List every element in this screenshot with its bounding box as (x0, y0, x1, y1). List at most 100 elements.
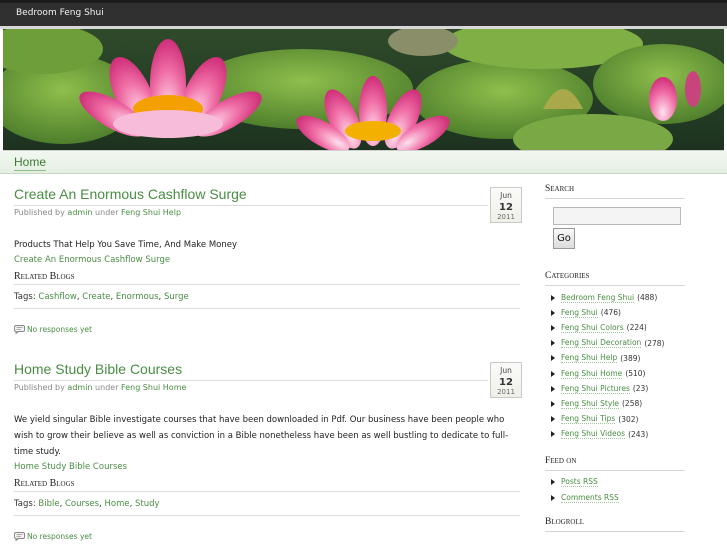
category-link[interactable]: Feng Shui Home (561, 369, 623, 379)
bullet-arrow-icon (551, 416, 555, 423)
date-day: 12 (499, 377, 513, 388)
responses-link[interactable]: No responses yet (14, 325, 520, 334)
bullet-arrow-icon (551, 370, 555, 377)
header-banner-image (3, 29, 724, 151)
category-item: Feng Shui Decoration (278) (551, 336, 695, 351)
tag-link[interactable]: Surge (164, 292, 189, 302)
category-link[interactable]: Feng Shui Pictures (561, 384, 630, 394)
category-item: Bedroom Feng Shui (488) (551, 290, 695, 305)
category-item: Feng Shui Home (510) (551, 366, 695, 381)
feed-link[interactable]: Comments RSS (561, 493, 619, 503)
category-item: Feng Shui Pictures (23) (551, 381, 695, 396)
bullet-arrow-icon (551, 294, 555, 301)
tags-label: Tags: (14, 499, 36, 509)
related-blogs-heading: Related Blogs (14, 478, 75, 489)
nav-home-link[interactable]: Home (14, 155, 46, 169)
category-item: Feng Shui Tips (302) (551, 412, 695, 427)
tag-link[interactable]: Create (82, 292, 110, 302)
category-item: Feng Shui Help (389) (551, 351, 695, 366)
category-link[interactable]: Feng Shui Style (561, 399, 619, 409)
tag-link[interactable]: Cashflow (38, 292, 76, 302)
category-count: (510) (625, 369, 646, 379)
category-count: (243) (628, 429, 649, 439)
category-count: (278) (644, 338, 665, 348)
category-link[interactable]: Bedroom Feng Shui (561, 293, 635, 303)
sidebar: Search Go Categories Bedroom Feng Shui (4… (545, 184, 695, 533)
post-title-divider (14, 205, 488, 206)
tag-link[interactable]: Bible (38, 499, 59, 509)
post-body-link[interactable]: Home Study Bible Courses (14, 460, 520, 474)
bullet-arrow-icon (551, 355, 555, 362)
category-count: (23) (632, 384, 649, 394)
tags-divider (14, 308, 520, 309)
category-link[interactable]: Feng Shui Videos (561, 429, 626, 440)
post-author-link[interactable]: admin (67, 383, 92, 392)
bullet-arrow-icon (551, 494, 555, 501)
post-date-box: Jun 12 2011 (490, 362, 522, 398)
category-item: Feng Shui Style (258) (551, 396, 695, 411)
bullet-arrow-icon (551, 309, 555, 316)
post-title-link[interactable]: Create An Enormous Cashflow Surge (14, 186, 520, 202)
date-day: 12 (499, 202, 513, 213)
category-item: Feng Shui Colors (224) (551, 320, 695, 335)
responses-link[interactable]: No responses yet (14, 532, 520, 541)
blogroll-heading: Blogroll (545, 517, 685, 533)
category-link[interactable]: Feng Shui Colors (561, 323, 624, 333)
category-link[interactable]: Feng Shui (561, 308, 598, 318)
comment-bubble-icon (14, 532, 25, 541)
post-meta: Published by admin under Feng Shui Home (14, 383, 520, 392)
category-link[interactable]: Feng Shui Help (561, 353, 618, 364)
post-author-link[interactable]: admin (67, 208, 92, 217)
comment-bubble-icon (14, 325, 25, 334)
tag-link[interactable]: Courses (65, 499, 99, 509)
feed-list: Posts RSS Comments RSS (551, 475, 695, 505)
meta-under: under (95, 383, 119, 392)
post-meta: Published by admin under Feng Shui Help (14, 208, 520, 217)
category-count: (488) (637, 293, 658, 303)
search-go-button[interactable]: Go (553, 228, 575, 249)
post-tags: Tags: Bible, Courses, Home, Study (14, 499, 160, 509)
tags-label: Tags: (14, 292, 36, 302)
related-blogs-heading: Related Blogs (14, 271, 75, 282)
tag-link[interactable]: Enormous (116, 292, 159, 302)
tag-link[interactable]: Study (135, 499, 160, 509)
water-lily-illustration (3, 29, 724, 150)
search-input[interactable] (553, 207, 681, 225)
post-title-link[interactable]: Home Study Bible Courses (14, 361, 520, 377)
post-body-link[interactable]: Create An Enormous Cashflow Surge (14, 253, 520, 267)
category-count: (224) (626, 323, 647, 333)
category-item: Feng Shui Videos (243) (551, 427, 695, 442)
post-date-box: Jun 12 2011 (490, 187, 522, 223)
responses-text: No responses yet (27, 325, 92, 334)
tag-link[interactable]: Home (105, 499, 130, 509)
post-category-link[interactable]: Feng Shui Home (121, 383, 186, 392)
meta-prefix: Published by (14, 208, 65, 217)
category-link[interactable]: Feng Shui Decoration (561, 338, 642, 349)
categories-list: Bedroom Feng Shui (488) Feng Shui (476) Fe… (551, 290, 695, 442)
categories-heading: Categories (545, 271, 685, 286)
category-count: (389) (620, 353, 641, 363)
top-bar: Bedroom Feng Shui (0, 0, 727, 26)
post-item: Home Study Bible Courses Published by ad… (14, 361, 522, 541)
tags-divider (14, 515, 520, 516)
post-body: We yield singular Bible investigate cour… (14, 415, 509, 457)
feed-item: Posts RSS (551, 475, 695, 490)
bullet-arrow-icon (551, 324, 555, 331)
post-item: Create An Enormous Cashflow Surge Publis… (14, 186, 522, 334)
feed-link[interactable]: Posts RSS (561, 477, 598, 488)
site-title[interactable]: Bedroom Feng Shui (16, 8, 104, 18)
post-body: Products That Help You Save Time, And Ma… (14, 240, 238, 250)
search-heading: Search (545, 184, 685, 199)
date-year: 2011 (497, 388, 515, 396)
date-month: Jun (500, 191, 512, 200)
related-divider (14, 491, 520, 492)
date-year: 2011 (497, 213, 515, 221)
meta-under: under (95, 208, 119, 217)
bullet-arrow-icon (551, 431, 555, 438)
category-count: (302) (618, 414, 639, 424)
feed-heading: Feed on (545, 456, 685, 471)
main-navigation: Home (0, 151, 727, 174)
bullet-arrow-icon (551, 479, 555, 486)
post-category-link[interactable]: Feng Shui Help (121, 208, 181, 217)
category-link[interactable]: Feng Shui Tips (561, 414, 616, 425)
